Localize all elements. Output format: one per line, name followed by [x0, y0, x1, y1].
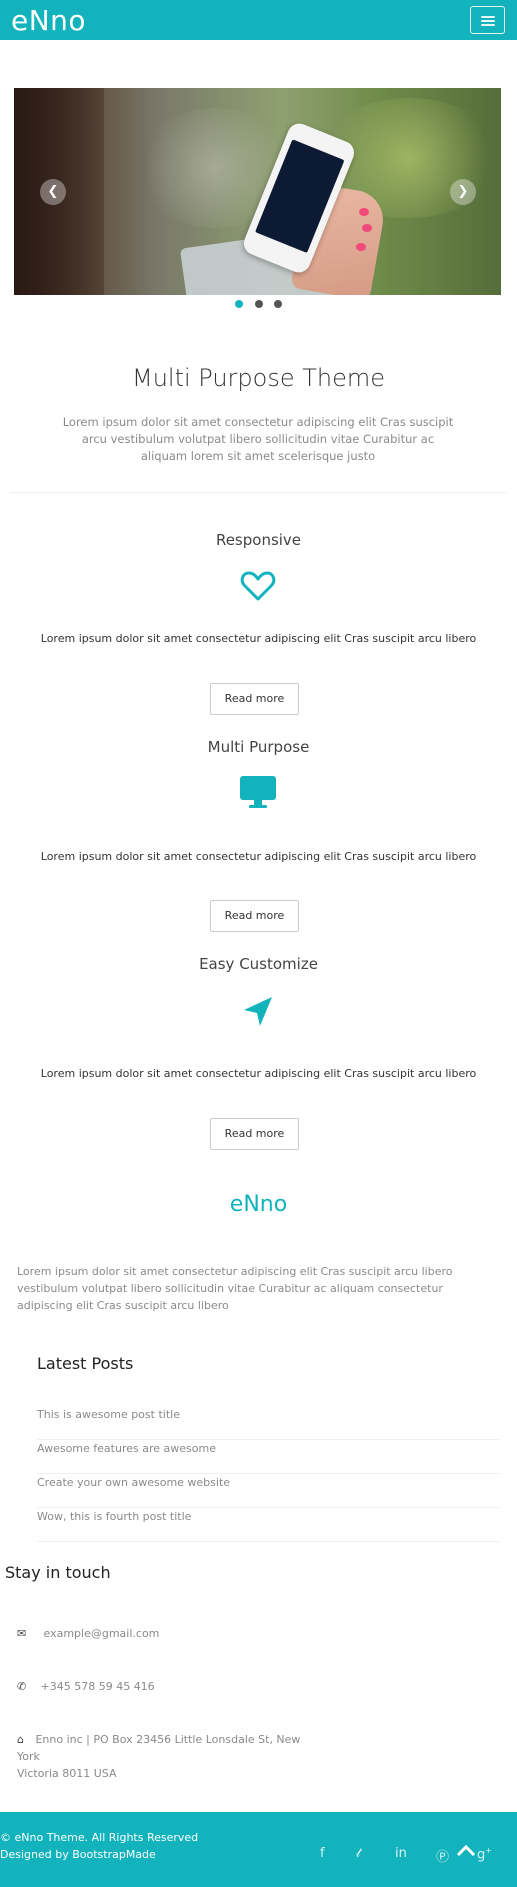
copyright-text: © eNno Theme. All Rights Reserved — [0, 1831, 199, 1844]
address-line-1: Enno inc | PO Box 23456 Little Lonsdale … — [17, 1733, 301, 1763]
google-plus-icon[interactable]: g+ — [477, 1846, 492, 1862]
carousel-prev-button[interactable]: ❮ — [40, 179, 66, 205]
designed-by-text[interactable]: Designed by BootstrapMade — [0, 1848, 156, 1861]
latest-posts-title: Latest Posts — [37, 1354, 134, 1373]
address-line-2: Victoria 8011 USA — [17, 1767, 117, 1780]
navbar: eNno — [0, 0, 517, 40]
back-to-top-button[interactable] — [455, 1840, 477, 1862]
carousel-next-button[interactable]: ❯ — [450, 179, 476, 205]
feature-title: Multi Purpose — [207, 738, 310, 756]
carousel-indicator[interactable] — [273, 300, 282, 308]
intro-title: Multi Purpose Theme — [131, 364, 386, 392]
envelope-icon: ✉ — [17, 1627, 27, 1640]
footer-brand: eNno — [229, 1192, 288, 1217]
home-icon: ⌂ — [17, 1733, 24, 1746]
carousel-image-nail — [356, 243, 366, 251]
feature-text: Lorem ipsum dolor sit amet consectetur a… — [40, 1067, 477, 1080]
pinterest-icon[interactable]: Ⓟ — [436, 1846, 449, 1865]
hero-carousel[interactable]: ❮ ❯ — [14, 88, 501, 295]
feature-title: Responsive — [215, 531, 302, 549]
contact-address: ⌂ Enno inc | PO Box 23456 Little Lonsdal… — [17, 1731, 317, 1782]
twitter-icon[interactable]: 𝓉 — [356, 1846, 360, 1861]
chevron-left-icon: ❮ — [47, 184, 59, 199]
hamburger-icon — [481, 24, 495, 26]
post-link[interactable]: Wow, this is fourth post title — [37, 1508, 500, 1542]
feature-text: Lorem ipsum dolor sit amet consectetur a… — [40, 632, 477, 645]
read-more-button[interactable]: Read more — [210, 900, 299, 932]
contact-phone: ✆ +345 578 59 45 416 — [17, 1680, 155, 1693]
post-link[interactable]: Awesome features are awesome — [37, 1440, 500, 1474]
post-link[interactable]: This is awesome post title — [37, 1406, 500, 1440]
menu-toggle-button[interactable] — [470, 6, 505, 34]
facebook-icon[interactable]: f — [320, 1846, 325, 1861]
read-more-button[interactable]: Read more — [210, 1118, 299, 1150]
intro-text: Lorem ipsum dolor sit amet consectetur a… — [62, 415, 454, 463]
desktop-icon — [238, 772, 278, 812]
brand-logo[interactable]: eNno — [11, 4, 86, 37]
contact-email: ✉ example@gmail.com — [17, 1627, 159, 1640]
linkedin-icon[interactable]: in — [395, 1846, 407, 1861]
read-more-button[interactable]: Read more — [210, 683, 299, 715]
carousel-indicators — [0, 300, 517, 312]
feature-title: Easy Customize — [199, 955, 318, 973]
carousel-image-nail — [359, 208, 369, 216]
location-arrow-icon — [238, 992, 278, 1032]
hamburger-icon — [481, 16, 495, 18]
post-link[interactable]: Create your own awesome website — [37, 1474, 500, 1508]
chevron-up-icon — [456, 1844, 476, 1857]
carousel-indicator[interactable] — [235, 300, 244, 308]
heart-icon — [238, 566, 278, 606]
feature-text: Lorem ipsum dolor sit amet consectetur a… — [40, 850, 477, 863]
chevron-right-icon: ❯ — [457, 184, 469, 199]
hamburger-icon — [481, 20, 495, 22]
footer-about-text: Lorem ipsum dolor sit amet consectetur a… — [17, 1265, 453, 1312]
carousel-image-nail — [362, 224, 372, 232]
email-text[interactable]: example@gmail.com — [44, 1627, 160, 1640]
phone-icon: ✆ — [17, 1680, 27, 1693]
divider — [10, 492, 507, 493]
stay-in-touch-title: Stay in touch — [5, 1563, 111, 1582]
phone-text: +345 578 59 45 416 — [40, 1680, 155, 1693]
carousel-indicator[interactable] — [254, 300, 263, 308]
